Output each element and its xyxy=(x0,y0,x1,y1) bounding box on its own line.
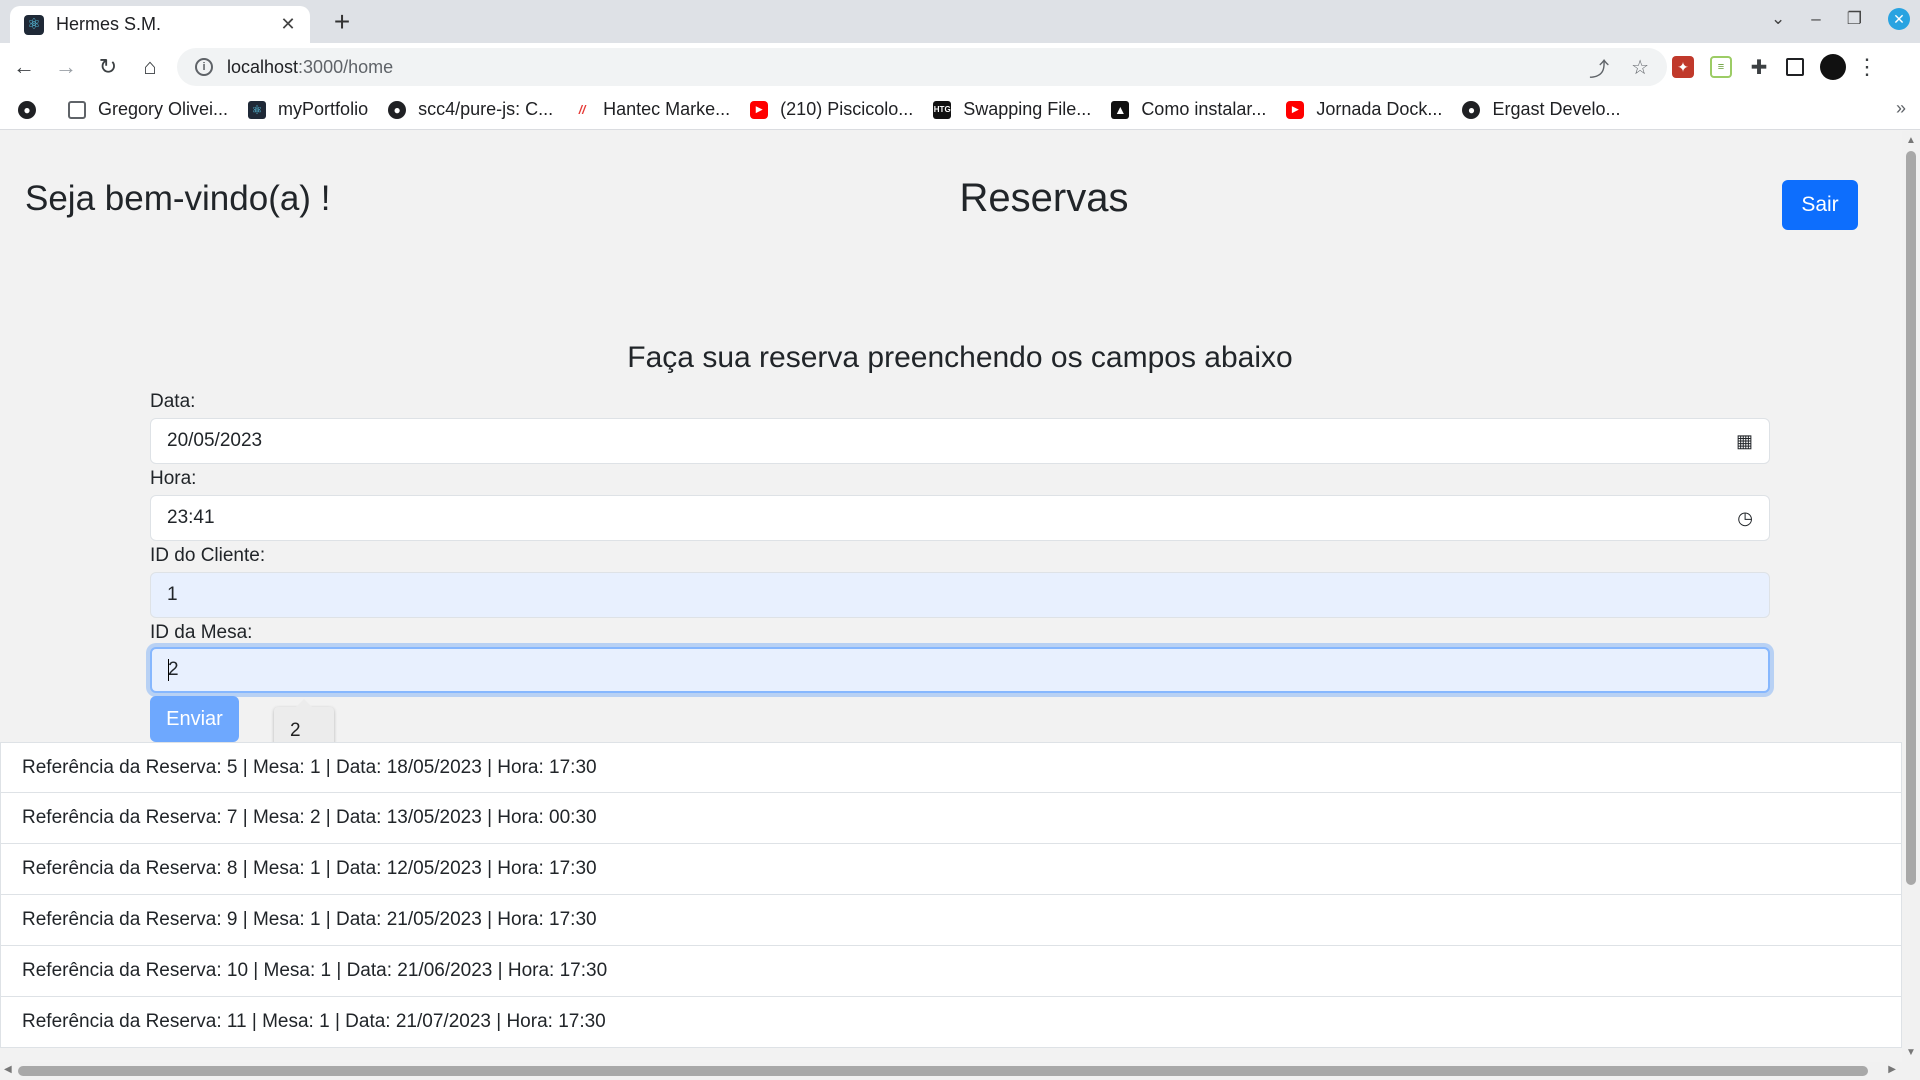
reservation-item: Referência da Reserva: 9 | Mesa: 1 | Dat… xyxy=(0,895,1902,946)
date-input[interactable]: 20/05/2023 ▦ xyxy=(150,418,1770,464)
vertical-scrollbar[interactable]: ▲ ▼ xyxy=(1902,131,1920,1062)
bookmark-star-icon[interactable]: ☆ xyxy=(1631,55,1649,80)
github-icon: ● xyxy=(388,100,407,119)
home-icon[interactable]: ⌂ xyxy=(132,49,168,85)
share-icon[interactable]: ⤴ xyxy=(1589,53,1609,82)
minimize-icon[interactable]: – xyxy=(1811,9,1820,29)
url-path: :3000/home xyxy=(298,56,394,77)
extension-red-icon[interactable]: ✦ xyxy=(1672,56,1694,78)
client-id-value: 1 xyxy=(167,584,178,605)
bookmark-label: myPortfolio xyxy=(278,99,369,119)
time-value: 23:41 xyxy=(167,507,215,528)
scroll-left-icon[interactable]: ◀ xyxy=(4,1064,12,1075)
page-title: Reservas xyxy=(959,176,1129,220)
table-id-value-wrap: 2 xyxy=(168,658,1752,681)
bookmark-label: Jornada Dock... xyxy=(1316,99,1443,119)
table-id-label: ID da Mesa: xyxy=(150,622,253,643)
forward-icon[interactable]: → xyxy=(48,49,84,85)
bookmark-label: Como instalar... xyxy=(1141,99,1267,119)
bookmark-item[interactable]: // Hantec Marke... xyxy=(573,99,730,120)
bookmark-item[interactable]: ⚛ myPortfolio xyxy=(248,99,368,120)
window-close-icon[interactable]: ✕ xyxy=(1888,8,1910,30)
hantec-icon: // xyxy=(578,102,586,117)
browser-tabstrip: ⚛ Hermes S.M. ✕ + ⌄ – ❐ ✕ xyxy=(0,0,1920,43)
back-icon[interactable]: ← xyxy=(6,49,42,85)
scroll-down-icon[interactable]: ▼ xyxy=(1906,1047,1916,1058)
url-text[interactable]: localhost:3000/home xyxy=(227,57,1567,78)
reservation-item: Referência da Reserva: 5 | Mesa: 1 | Dat… xyxy=(0,742,1902,793)
bookmark-item[interactable]: ● scc4/pure-js: C... xyxy=(388,99,553,120)
form-heading: Faça sua reserva preenchendo os campos a… xyxy=(627,341,1293,374)
url-host: localhost xyxy=(227,56,299,77)
bookmark-label: Swapping File... xyxy=(963,99,1092,119)
browser-toolbar: ← → ↻ ⌂ i localhost:3000/home ⤴ ☆ ✦ ≡ ✚ … xyxy=(0,43,1920,90)
date-value: 20/05/2023 xyxy=(167,430,263,451)
vertical-scroll-thumb[interactable] xyxy=(1906,151,1916,885)
react-icon: ⚛ xyxy=(248,100,267,119)
bookmark-label: (210) Piscicolo... xyxy=(780,99,914,119)
page-viewport: Seja bem-vindo(a) ! Reservas Sair Faça s… xyxy=(0,131,1902,1062)
profile-avatar[interactable] xyxy=(1820,54,1846,80)
bookmark-label: Gregory Olivei... xyxy=(98,99,229,119)
globe-icon: ● xyxy=(1462,100,1481,119)
table-id-value: 2 xyxy=(168,659,179,680)
horizontal-scrollbar[interactable]: ◀ ▶ xyxy=(0,1062,1920,1080)
card-icon xyxy=(68,100,86,119)
bookmark-label: scc4/pure-js: C... xyxy=(418,99,554,119)
bookmarks-overflow-icon[interactable]: » xyxy=(1896,98,1906,119)
site-icon: ▲ xyxy=(1111,100,1130,119)
bookmark-globe[interactable]: ● xyxy=(18,100,48,119)
client-id-label: ID do Cliente: xyxy=(150,545,266,566)
side-panel-icon[interactable] xyxy=(1786,58,1804,76)
react-favicon-icon: ⚛ xyxy=(24,14,44,35)
window-controls: ⌄ – ❐ ✕ xyxy=(1771,8,1910,30)
youtube-icon: ▶ xyxy=(750,100,769,119)
reservation-item: Referência da Reserva: 7 | Mesa: 2 | Dat… xyxy=(0,793,1902,844)
browser-tab[interactable]: ⚛ Hermes S.M. ✕ xyxy=(10,6,310,43)
reload-icon[interactable]: ↻ xyxy=(90,49,126,85)
kebab-menu-icon[interactable]: ⋮ xyxy=(1856,54,1878,79)
tab-search-icon[interactable]: ⌄ xyxy=(1771,9,1785,29)
reservation-item: Referência da Reserva: 10 | Mesa: 1 | Da… xyxy=(0,946,1902,997)
site-info-icon[interactable]: i xyxy=(195,58,213,76)
htg-icon: HTG xyxy=(933,100,952,119)
bookmark-item[interactable]: Gregory Olivei... xyxy=(68,99,228,120)
tab-close-icon[interactable]: ✕ xyxy=(276,14,300,35)
horizontal-scroll-thumb[interactable] xyxy=(18,1066,1868,1076)
bookmarks-bar: ● Gregory Olivei... ⚛ myPortfolio ● scc4/p… xyxy=(0,90,1920,130)
scroll-right-icon[interactable]: ▶ xyxy=(1888,1064,1896,1075)
extensions-area: ✦ ≡ ✚ ⋮ xyxy=(1672,49,1878,85)
tab-title: Hermes S.M. xyxy=(56,14,162,34)
submit-button[interactable]: Enviar xyxy=(150,696,239,742)
address-bar[interactable]: i localhost:3000/home ⤴ ☆ xyxy=(177,48,1667,86)
client-id-input[interactable]: 1 xyxy=(150,572,1770,618)
new-tab-button[interactable]: + xyxy=(326,6,358,38)
bookmark-item[interactable]: ▶ Jornada Dock... xyxy=(1286,99,1442,120)
table-id-input[interactable]: 2 xyxy=(150,647,1770,693)
time-input[interactable]: 23:41 ◷ xyxy=(150,495,1770,541)
logout-button[interactable]: Sair xyxy=(1782,180,1858,230)
reservation-list: Referência da Reserva: 5 | Mesa: 1 | Dat… xyxy=(0,742,1902,1048)
restore-icon[interactable]: ❐ xyxy=(1847,9,1862,29)
time-label: Hora: xyxy=(150,468,197,489)
calendar-icon[interactable]: ▦ xyxy=(1736,431,1753,452)
bookmark-label: Ergast Develo... xyxy=(1492,99,1621,119)
extension-sheet-icon[interactable]: ≡ xyxy=(1710,56,1732,78)
bookmark-item[interactable]: ● Ergast Develo... xyxy=(1462,99,1621,120)
scroll-up-icon[interactable]: ▲ xyxy=(1906,135,1916,146)
extensions-puzzle-icon[interactable]: ✚ xyxy=(1748,56,1770,79)
globe-icon: ● xyxy=(18,100,36,119)
bookmark-item[interactable]: HTG Swapping File... xyxy=(933,99,1091,120)
clock-icon[interactable]: ◷ xyxy=(1737,508,1753,529)
reservation-item: Referência da Reserva: 8 | Mesa: 1 | Dat… xyxy=(0,844,1902,895)
reservation-item: Referência da Reserva: 11 | Mesa: 1 | Da… xyxy=(0,997,1902,1048)
bookmark-label: Hantec Marke... xyxy=(603,99,731,119)
youtube-icon: ▶ xyxy=(1286,100,1305,119)
bookmark-item[interactable]: ▶ (210) Piscicolo... xyxy=(750,99,913,120)
date-label: Data: xyxy=(150,391,196,412)
bookmark-item[interactable]: ▲ Como instalar... xyxy=(1111,99,1266,120)
